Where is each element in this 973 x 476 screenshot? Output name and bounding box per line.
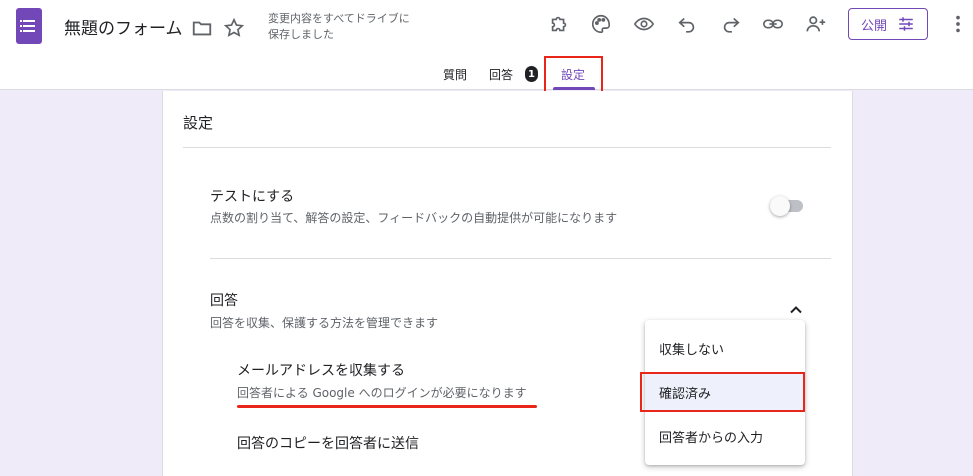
undo-icon[interactable] <box>672 9 702 39</box>
menu-option-do-not-collect[interactable]: 収集しない <box>645 328 805 368</box>
save-status: 変更内容をすべてドライブに 保存しました <box>268 11 410 43</box>
settings-section-title: 設定 <box>183 114 214 132</box>
description-underline-annotation <box>237 405 537 408</box>
more-options-icon[interactable] <box>943 9 973 39</box>
send-copy-title: 回答のコピーを回答者に送信 <box>237 436 419 452</box>
collect-email-title: メールアドレスを収集する <box>237 363 405 379</box>
tab-questions[interactable]: 質問 <box>443 66 467 83</box>
header-bar: 無題のフォーム 変更内容をすべてドライブに 保存しました 公開 質問 回答 1 … <box>0 0 973 90</box>
palette-icon[interactable] <box>586 9 616 39</box>
add-collaborator-icon[interactable] <box>801 9 831 39</box>
responses-setting-title: 回答 <box>210 293 238 309</box>
responses-setting-description: 回答を収集、保護する方法を管理できます <box>210 316 439 330</box>
publish-button[interactable]: 公開 <box>848 8 928 40</box>
collapse-chevron-up-icon[interactable] <box>786 300 806 320</box>
publish-settings-sliders-icon <box>899 17 913 31</box>
responses-count-badge: 1 <box>525 66 538 82</box>
link-icon[interactable] <box>758 9 788 39</box>
verified-option-highlight <box>640 372 805 412</box>
menu-option-responder-input[interactable]: 回答者からの入力 <box>645 416 805 456</box>
save-status-line1: 変更内容をすべてドライブに <box>268 12 410 25</box>
publish-label: 公開 <box>860 18 887 34</box>
settings-tab-highlight <box>544 56 603 96</box>
tab-responses[interactable]: 回答 <box>489 66 513 83</box>
addons-puzzle-icon[interactable] <box>544 9 574 39</box>
quiz-setting-title: テストにする <box>210 189 295 205</box>
section-divider <box>183 147 831 148</box>
row-divider <box>210 258 831 259</box>
forms-logo-icon[interactable] <box>16 8 42 44</box>
quiz-toggle-knob[interactable] <box>770 196 790 216</box>
collect-email-description: 回答者による Google へのログインが必要になります <box>237 386 527 400</box>
quiz-setting-description: 点数の割り当て、解答の設定、フィードバックの自動提供が可能になります <box>210 211 618 225</box>
star-icon[interactable] <box>219 13 249 43</box>
save-status-line2: 保存しました <box>268 28 334 41</box>
redo-icon[interactable] <box>716 9 746 39</box>
folder-icon[interactable] <box>187 13 217 43</box>
preview-eye-icon[interactable] <box>629 9 659 39</box>
form-title[interactable]: 無題のフォーム <box>64 14 183 39</box>
